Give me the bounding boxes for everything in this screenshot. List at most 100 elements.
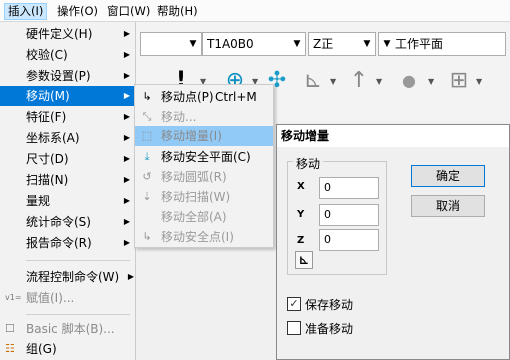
axis-pick-icon[interactable]: ⊾ — [295, 251, 313, 269]
menu-operation[interactable]: 操作(O) — [54, 3, 101, 20]
shortcut-label: Ctrl+M — [215, 90, 257, 104]
menu-item-statistics[interactable]: 统计命令(S) ▶ — [0, 212, 136, 232]
prepare-move-checkbox[interactable] — [287, 321, 301, 335]
submenu-item-move-scan[interactable]: ⇣ 移动扫描(W) — [135, 187, 273, 207]
submenu-item-move-point[interactable]: ↳ 移动点(P) Ctrl+M — [135, 87, 273, 107]
workplane-combo-value: 工作平面 — [395, 37, 444, 51]
menu-item-coordsys[interactable]: 坐标系(A) ▶ — [0, 128, 136, 148]
chevron-down-icon[interactable]: ▼ — [428, 77, 434, 86]
save-move-label: 保存移动 — [305, 298, 354, 312]
submenu-item-move[interactable]: ⤡ 移动... — [135, 107, 273, 127]
clearplane-icon: ⤓ — [144, 150, 150, 163]
move-submenu: ↳ 移动点(P) Ctrl+M ⤡ 移动... ⬚ 移动增量(I) ⤓ 移动安全平面(C)… — [134, 84, 274, 248]
submenu-arrow-icon: ▶ — [123, 91, 130, 100]
dialog-title: 移动增量 — [277, 125, 509, 147]
menu-item-hardware[interactable]: 硬件定义(H) ▶ — [0, 24, 136, 44]
tip-combo-value: T1A0B0 — [207, 37, 254, 51]
submenu-arrow-icon: ▶ — [123, 217, 130, 226]
submenu-item-move-increment[interactable]: ⬚ 移动增量(I) — [135, 126, 273, 146]
cancel-button[interactable]: 取消 — [411, 195, 485, 217]
group-icon: ☷ — [5, 342, 15, 355]
submenu-arrow-icon: ▶ — [123, 29, 130, 38]
x-input[interactable]: 0 — [319, 177, 379, 199]
z-label: Z — [297, 235, 305, 246]
menu-insert[interactable]: 插入(I) — [4, 3, 48, 20]
menu-item-assign[interactable]: v1= 赋值(I)... — [0, 288, 136, 308]
menu-item-calibrate[interactable]: 校验(C) ▶ — [0, 45, 136, 65]
menu-item-report[interactable]: 报告命令(R) ▶ — [0, 233, 136, 253]
y-input[interactable]: 0 — [319, 204, 379, 226]
menu-item-feature[interactable]: 特征(F) ▶ — [0, 107, 136, 127]
submenu-item-label: 移动扫描(W) — [161, 190, 231, 204]
move-increment-icon: ⬚ — [141, 129, 153, 142]
submenu-item-label: 移动圆弧(R) — [161, 170, 227, 184]
submenu-arrow-icon: ▶ — [123, 71, 130, 80]
menu-item-gauge[interactable]: 量规 ▶ — [0, 191, 136, 211]
menu-item-group[interactable]: ☷ 组(G) — [0, 339, 136, 359]
assign-icon: v1= — [5, 293, 22, 302]
view-combo-value: Z正 — [313, 37, 334, 51]
grid-icon[interactable]: ⊞ — [446, 68, 472, 94]
submenu-arrow-icon: ▶ — [123, 196, 130, 205]
insert-menu: 硬件定义(H) ▶ 校验(C) ▶ 参数设置(P) ▶ 移动(M) ▶ 特征(F) ▶ 坐… — [0, 22, 136, 360]
menu-item-label: 流程控制命令(W) — [26, 270, 120, 284]
move-group-label: 移动 — [293, 155, 324, 172]
menu-item-label: 特征(F) — [26, 110, 67, 124]
point-icon[interactable]: ● — [396, 68, 422, 94]
submenu-arrow-icon: ▶ — [123, 238, 130, 247]
menubar: 插入(I) 操作(O) 窗口(W) 帮助(H) — [0, 0, 510, 22]
chevron-down-icon[interactable]: ▼ — [330, 77, 336, 86]
z-input[interactable]: 0 — [319, 229, 379, 251]
arrow-up-icon[interactable]: ↑ — [346, 68, 372, 94]
menu-item-label: 统计命令(S) — [26, 215, 91, 229]
menu-item-flow-control[interactable]: 流程控制命令(W) ▶ — [0, 267, 136, 287]
checkbox-icon: ☐ — [5, 322, 15, 335]
submenu-item-move-clearplane[interactable]: ⤓ 移动安全平面(C) — [135, 147, 273, 167]
feature-icon[interactable]: ⊾ — [300, 68, 326, 94]
arc-icon: ↺ — [142, 170, 152, 183]
check-icon: ✓ — [289, 297, 299, 310]
submenu-item-label: 移动安全平面(C) — [161, 150, 251, 164]
menu-item-label: 坐标系(A) — [26, 131, 80, 145]
submenu-item-label: 移动安全点(I) — [161, 230, 234, 244]
chevron-down-icon[interactable]: ▼ — [376, 77, 382, 86]
move-icon: ⤡ — [142, 110, 152, 123]
menu-item-scan[interactable]: 扫描(N) ▶ — [0, 170, 136, 190]
save-move-checkbox[interactable]: ✓ — [287, 297, 301, 311]
menu-item-label: 报告命令(R) — [26, 236, 92, 250]
prepare-move-label: 准备移动 — [305, 322, 354, 336]
submenu-item-label: 移动... — [161, 110, 197, 124]
submenu-item-move-all[interactable]: 移动全部(A) — [135, 207, 273, 227]
menu-item-label: 赋值(I)... — [26, 291, 75, 305]
x-label: X — [297, 181, 305, 192]
ok-button[interactable]: 确定 — [411, 165, 485, 187]
menu-window[interactable]: 窗口(W) — [104, 3, 153, 20]
submenu-item-label: 移动全部(A) — [161, 210, 227, 224]
chevron-down-icon: ▼ — [293, 39, 301, 49]
menu-item-label: 移动(M) — [26, 89, 70, 103]
scan-icon: ⇣ — [142, 190, 152, 203]
chevron-down-icon: ▼ — [363, 39, 371, 49]
menu-item-label: 校验(C) — [26, 48, 68, 62]
menu-item-basic-script[interactable]: ☐ Basic 脚本(B)... — [0, 319, 136, 339]
menu-item-dimension[interactable]: 尺寸(D) ▶ — [0, 149, 136, 169]
menu-item-move[interactable]: 移动(M) ▶ — [0, 86, 136, 106]
menu-help[interactable]: 帮助(H) — [154, 3, 201, 20]
y-label: Y — [297, 209, 305, 220]
menu-separator — [26, 314, 130, 315]
submenu-arrow-icon: ▶ — [123, 50, 130, 59]
submenu-arrow-icon: ▶ — [123, 133, 130, 142]
tip-combo[interactable]: T1A0B0 ▼ — [202, 32, 306, 56]
submenu-arrow-icon: ▶ — [127, 272, 134, 281]
menu-item-label: 扫描(N) — [26, 173, 69, 187]
workplane-combo[interactable]: ▼ 工作平面 — [378, 32, 506, 56]
submenu-item-move-arc[interactable]: ↺ 移动圆弧(R) — [135, 167, 273, 187]
move-point-icon: ↳ — [142, 90, 152, 103]
submenu-item-move-safe-point[interactable]: ↳ 移动安全点(I) — [135, 227, 273, 247]
chevron-down-icon[interactable]: ▼ — [476, 77, 482, 86]
probe-combo[interactable]: ▼ — [140, 32, 202, 56]
menu-item-label: 尺寸(D) — [26, 152, 69, 166]
menu-item-label: 参数设置(P) — [26, 69, 91, 83]
menu-item-params[interactable]: 参数设置(P) ▶ — [0, 66, 136, 86]
view-combo[interactable]: Z正 ▼ — [308, 32, 376, 56]
